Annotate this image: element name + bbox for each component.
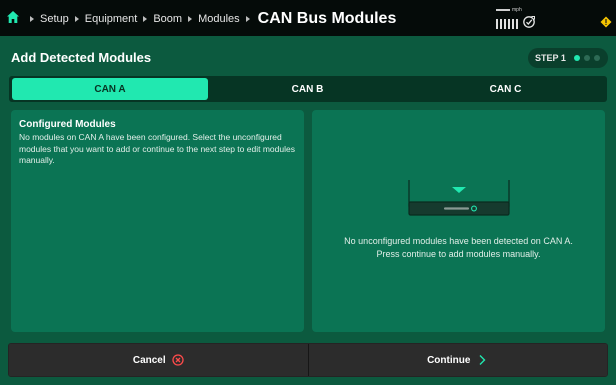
breadcrumb-separator-icon [30,16,34,22]
step-dot-active [573,55,580,61]
configured-modules-description: No modules on CAN A have been configured… [19,132,295,165]
continue-button-label: Continue [427,354,471,366]
speed-bar [496,9,510,11]
no-modules-message-line2: Press continue to add modules manually. [376,248,541,259]
signal-bars-icon [496,19,518,29]
warning-icon[interactable] [600,16,612,28]
step-dot [583,55,590,61]
chevron-right-icon [479,355,486,365]
module-device-icon [408,180,510,216]
breadcrumb-separator-icon [188,16,193,22]
breadcrumb: Setup Equipment Boom Modules CAN Bus Mod… [24,10,396,28]
configured-modules-title: Configured Modules [19,119,116,130]
step-label: STEP 1 [535,53,566,63]
footer-actions: Cancel Continue [8,343,608,377]
page-title: CAN Bus Modules [257,10,397,27]
step-dot [593,55,600,61]
cancel-circle-icon [171,354,184,366]
configured-modules-panel: Configured Modules No modules on CAN A h… [11,110,304,332]
tab-can-c[interactable]: CAN C [407,78,604,100]
top-bar: Setup Equipment Boom Modules CAN Bus Mod… [0,0,616,36]
cancel-button[interactable]: Cancel [9,344,308,376]
breadcrumb-item-modules[interactable]: Modules [198,13,240,25]
breadcrumb-item-setup[interactable]: Setup [40,13,69,25]
breadcrumb-separator-icon [143,16,148,22]
cancel-button-label: Cancel [132,354,166,366]
speed-unit: mph [512,7,522,13]
breadcrumb-item-boom[interactable]: Boom [153,13,182,25]
breadcrumb-separator-icon [245,16,250,22]
continue-button[interactable]: Continue [307,344,607,376]
home-icon[interactable] [6,10,20,24]
breadcrumb-item-equipment[interactable]: Equipment [85,13,138,25]
can-tab-bar: CAN A CAN B CAN C [9,76,607,102]
section-title: Add Detected Modules [11,50,152,65]
tab-can-b[interactable]: CAN B [209,78,406,100]
gps-icon [523,16,535,28]
no-modules-message-line1: No unconfigured modules have been detect… [344,236,573,246]
tab-can-a[interactable]: CAN A [12,78,208,100]
breadcrumb-separator-icon [74,16,79,22]
unconfigured-modules-panel: No unconfigured modules have been detect… [312,110,605,332]
step-indicator: STEP 1 [528,48,608,68]
no-modules-message: No unconfigured modules have been detect… [312,235,605,260]
